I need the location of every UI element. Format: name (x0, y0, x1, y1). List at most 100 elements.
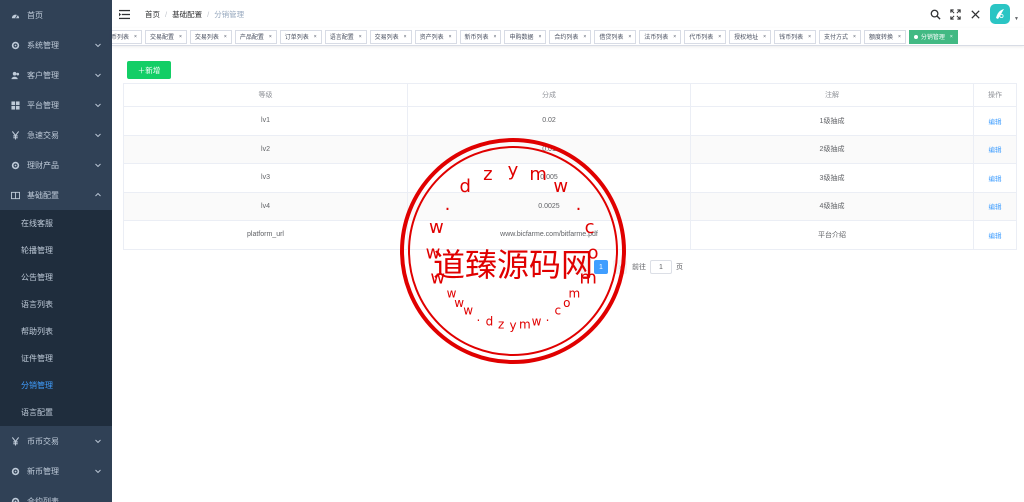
prev-page-button[interactable]: ‹ (575, 260, 589, 274)
cell-level: lv2 (123, 134, 408, 164)
tag-label: 申购数据 (509, 35, 534, 41)
sidebar-menu-item-6[interactable]: 基础配置 (0, 180, 112, 210)
tag-close-icon[interactable]: × (224, 34, 227, 40)
avatar[interactable] (990, 4, 1011, 24)
sidebar-subitem-2[interactable]: 公告管理 (0, 264, 112, 291)
breadcrumb-home[interactable]: 首页 (145, 9, 160, 20)
tag-item-3[interactable]: 产品配置 × (234, 29, 277, 44)
tag-item-18[interactable]: 分销管理 × (908, 29, 958, 44)
tag-close-icon[interactable]: × (494, 34, 497, 40)
tag-close-icon[interactable]: × (314, 34, 317, 40)
tag-item-6[interactable]: 交易列表 × (369, 29, 412, 44)
tag-close-icon[interactable]: × (583, 34, 586, 40)
grid-icon (10, 100, 20, 110)
tag-label: 订单列表 (284, 35, 309, 41)
tag-item-15[interactable]: 钱币列表 × (774, 29, 816, 44)
tag-close-icon[interactable]: × (950, 34, 953, 40)
cell-level: lv4 (123, 191, 408, 221)
search-icon[interactable] (930, 8, 942, 20)
next-page-button[interactable]: › (613, 260, 627, 274)
sidebar-subitem-3[interactable]: 语言列表 (0, 291, 112, 318)
tag-close-icon[interactable]: × (763, 34, 766, 40)
sidebar-menu-item-1[interactable]: 新币管理 (0, 456, 112, 486)
tag-close-icon[interactable]: × (628, 34, 631, 40)
sidebar-item-label: 系统管理 (27, 40, 59, 50)
tag-close-icon[interactable]: × (134, 34, 137, 40)
watermark-letter: o (563, 296, 570, 310)
pagination: ‹ 1 › 前往 1 页 (575, 259, 683, 275)
tag-item-0[interactable]: 币列表 × (112, 29, 142, 44)
tag-item-17[interactable]: 额度转换 × (863, 29, 906, 44)
sidebar-subitem-0[interactable]: 在线客服 (0, 210, 112, 237)
cell-action: 编辑 (973, 220, 1017, 250)
tag-label: 资产列表 (419, 35, 444, 41)
tag-item-4[interactable]: 订单列表 × (279, 29, 322, 44)
hamburger-icon[interactable] (119, 7, 133, 21)
sidebar-subitem-6[interactable]: 分销管理 (0, 372, 112, 399)
watermark-letter: c (554, 304, 561, 318)
fullscreen-icon[interactable] (950, 8, 962, 20)
tag-close-icon[interactable]: × (673, 34, 676, 40)
cell-note: 2级抽成 (690, 134, 974, 164)
tag-close-icon[interactable]: × (269, 34, 272, 40)
sidebar-item-label: 合约列表 (27, 496, 59, 502)
watermark-letter: z (498, 318, 504, 332)
goto-page-input[interactable]: 1 (650, 260, 672, 274)
edit-button[interactable]: 编辑 (989, 176, 1002, 183)
tag-item-11[interactable]: 借贷列表 × (594, 29, 637, 44)
tag-close-icon[interactable]: × (898, 34, 901, 40)
tag-item-9[interactable]: 申购数据 × (504, 29, 547, 44)
tag-item-14[interactable]: 授权地址 × (729, 29, 772, 44)
tag-item-2[interactable]: 交易列表 × (189, 29, 232, 44)
sidebar-menu-item-4[interactable]: 急速交易 (0, 120, 112, 150)
gear-icon (10, 160, 20, 170)
add-button[interactable]: ＋新增 (127, 61, 171, 79)
cell-share: www.bicfarme.com/bitfarme.pdf (407, 220, 691, 250)
tag-close-icon[interactable]: × (853, 34, 856, 40)
edit-button[interactable]: 编辑 (989, 233, 1002, 240)
tag-item-1[interactable]: 交易配置 × (144, 29, 187, 44)
sidebar-item-label: 客户管理 (27, 70, 59, 80)
sidebar-item-label: 急速交易 (27, 130, 59, 140)
tag-item-7[interactable]: 资产列表 × (414, 29, 457, 44)
tag-close-icon[interactable]: × (404, 34, 407, 40)
tag-item-5[interactable]: 语言配置 × (324, 29, 367, 44)
tag-close-icon[interactable]: × (449, 34, 452, 40)
tag-item-10[interactable]: 合约列表 × (549, 29, 592, 44)
tag-item-13[interactable]: 代币列表 × (684, 29, 727, 44)
sidebar-menu-item-0[interactable]: 币币交易 (0, 426, 112, 456)
tag-close-icon[interactable]: × (718, 34, 721, 40)
sidebar-subitem-7[interactable]: 语言配置 (0, 399, 112, 426)
tag-item-12[interactable]: 法币列表 × (639, 29, 682, 44)
sidebar-menu-item-2[interactable]: 合约列表 (0, 486, 112, 502)
table-row: lv4 0.0025 4级抽成 编辑 (123, 191, 1017, 221)
caret-down-icon[interactable]: ▼ (1014, 16, 1019, 22)
watermark-letter: m (519, 318, 531, 332)
tag-close-icon[interactable]: × (538, 34, 541, 40)
tag-item-16[interactable]: 支付方式 × (819, 29, 861, 44)
tag-label: 交易配置 (149, 35, 174, 41)
sidebar-menu-item-1[interactable]: 系统管理 (0, 30, 112, 60)
sidebar-subitem-4[interactable]: 帮助列表 (0, 318, 112, 345)
tag-close-icon[interactable]: × (179, 34, 182, 40)
tag-label: 交易列表 (374, 35, 399, 41)
page-number-button[interactable]: 1 (594, 260, 608, 274)
tag-item-8[interactable]: 新币列表 × (459, 29, 502, 44)
table-header-row: 等级 分成 注解 操作 (123, 83, 1017, 107)
edit-button[interactable]: 编辑 (989, 204, 1002, 211)
sidebar-subitem-5[interactable]: 证件管理 (0, 345, 112, 372)
watermark-letter: y (509, 319, 516, 333)
edit-button[interactable]: 编辑 (989, 147, 1002, 154)
edit-button[interactable]: 编辑 (989, 119, 1002, 126)
sidebar-subitem-1[interactable]: 轮播管理 (0, 237, 112, 264)
tag-close-icon[interactable]: × (808, 34, 811, 40)
sidebar-menu-item-3[interactable]: 平台管理 (0, 90, 112, 120)
gear-icon (10, 496, 20, 502)
yen-icon (10, 130, 20, 140)
breadcrumb-basic-config[interactable]: 基础配置 (172, 9, 202, 20)
sidebar-menu-item-2[interactable]: 客户管理 (0, 60, 112, 90)
close-icon[interactable] (970, 8, 982, 20)
sidebar-menu-item-0[interactable]: 首页 (0, 0, 112, 30)
tag-close-icon[interactable]: × (359, 34, 362, 40)
sidebar-menu-item-5[interactable]: 理财产品 (0, 150, 112, 180)
